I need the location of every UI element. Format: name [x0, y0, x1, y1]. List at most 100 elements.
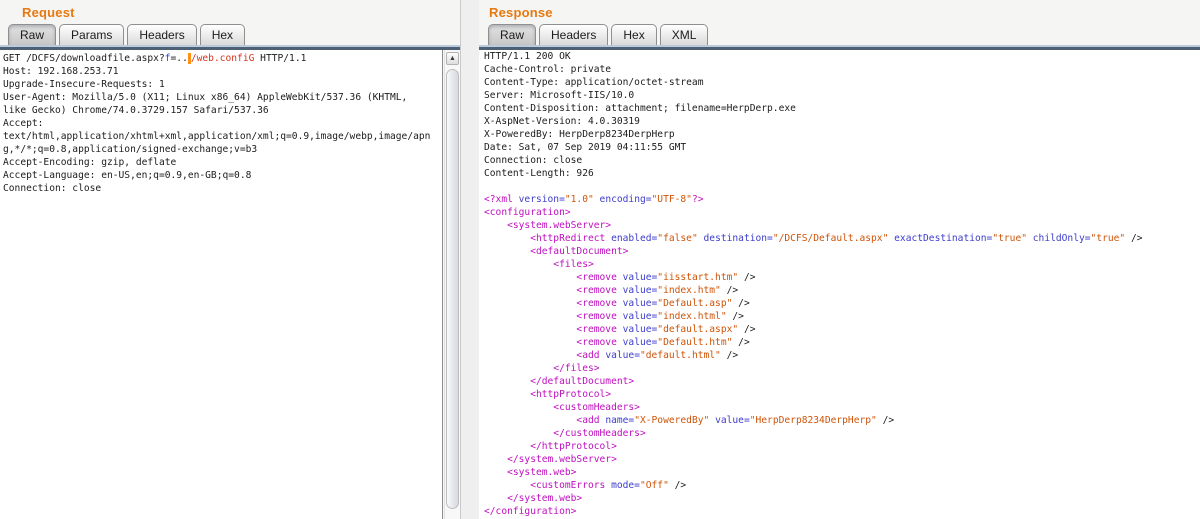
tab-raw[interactable]: Raw: [8, 24, 56, 45]
code-line: <remove value="Default.asp" />: [484, 297, 1200, 310]
request-scrollbar[interactable]: ▲: [444, 50, 460, 519]
code-segment: Connection: close: [3, 183, 101, 194]
code-segment: Host: 192.168.253.71: [3, 66, 119, 77]
code-line: <configuration>: [484, 206, 1200, 219]
response-panel: Response RawHeadersHexXML HTTP/1.1 200 O…: [479, 0, 1200, 519]
tab-xml[interactable]: XML: [660, 24, 709, 45]
code-segment: <remove: [484, 324, 617, 335]
code-line: <remove value="iisstart.htm" />: [484, 271, 1200, 284]
code-segment: value=: [623, 311, 658, 322]
code-segment: Upgrade-Insecure-Requests: 1: [3, 79, 165, 90]
code-line: Host: 192.168.253.71: [3, 65, 442, 78]
code-segment: <add: [484, 415, 600, 426]
code-line: <defaultDocument>: [484, 245, 1200, 258]
code-segment: Accept-Language: en-US,en;q=0.9,en-GB;q=…: [3, 170, 251, 181]
tab-params[interactable]: Params: [59, 24, 124, 45]
tab-hex[interactable]: Hex: [200, 24, 245, 45]
code-segment: value=: [623, 324, 658, 335]
request-panel: Request RawParamsHeadersHex GET /DCFS/do…: [0, 0, 461, 519]
code-line: Upgrade-Insecure-Requests: 1: [3, 78, 442, 91]
code-segment: version=: [519, 194, 565, 205]
request-editor[interactable]: GET /DCFS/downloadfile.aspx?f=../web.con…: [0, 50, 443, 519]
code-segment: destination=: [704, 233, 773, 244]
code-line: HTTP/1.1 200 OK: [484, 50, 1200, 63]
code-segment: =..: [171, 53, 188, 64]
code-segment: <httpRedirect: [484, 233, 605, 244]
code-line: Content-Type: application/octet-stream: [484, 76, 1200, 89]
code-segment: Date: Sat, 07 Sep 2019 04:11:55 GMT: [484, 142, 686, 153]
tab-raw[interactable]: Raw: [488, 24, 536, 45]
request-panel-title: Request: [0, 0, 460, 24]
code-segment: <files>: [484, 259, 594, 270]
code-line: Cache-Control: private: [484, 63, 1200, 76]
code-line: Date: Sat, 07 Sep 2019 04:11:55 GMT: [484, 141, 1200, 154]
code-segment: X-PoweredBy: HerpDerp8234DerpHerp: [484, 129, 675, 140]
code-segment: <?xml: [484, 194, 519, 205]
code-line: <remove value="default.aspx" />: [484, 323, 1200, 336]
code-segment: g,*/*;q=0.8,application/signed-exchange;…: [3, 144, 257, 155]
code-segment: /web.confiG: [191, 53, 255, 64]
code-segment: value=: [605, 350, 640, 361]
code-segment: Cache-Control: private: [484, 64, 611, 75]
code-segment: Content-Disposition: attachment; filenam…: [484, 103, 796, 114]
request-tabs: RawParamsHeadersHex: [0, 24, 460, 45]
code-segment: "Default.htm": [657, 337, 732, 348]
code-segment: "HerpDerp8234DerpHerp": [750, 415, 877, 426]
code-segment: />: [732, 298, 749, 309]
code-segment: />: [727, 311, 744, 322]
code-line: <?xml version="1.0" encoding="UTF-8"?>: [484, 193, 1200, 206]
code-segment: "true": [992, 233, 1027, 244]
code-segment: ?>: [692, 194, 704, 205]
code-segment: Content-Length: 926: [484, 168, 594, 179]
code-segment: </httpProtocol>: [484, 441, 617, 452]
scrollbar-thumb[interactable]: [446, 69, 459, 509]
code-segment: value=: [623, 337, 658, 348]
code-segment: "UTF-8": [652, 194, 692, 205]
code-segment: "Default.asp": [657, 298, 732, 309]
code-line: Accept-Language: en-US,en;q=0.9,en-GB;q=…: [3, 169, 442, 182]
code-line: </configuration>: [484, 505, 1200, 518]
response-panel-title: Response: [479, 0, 1200, 24]
code-line: like Gecko) Chrome/74.0.3729.157 Safari/…: [3, 104, 442, 117]
code-line: <remove value="Default.htm" />: [484, 336, 1200, 349]
code-line: <files>: [484, 258, 1200, 271]
code-line: </httpProtocol>: [484, 440, 1200, 453]
code-line: Accept-Encoding: gzip, deflate: [3, 156, 442, 169]
code-segment: "default.aspx": [657, 324, 738, 335]
code-line: <remove value="index.htm" />: [484, 284, 1200, 297]
code-segment: />: [721, 285, 738, 296]
tab-hex[interactable]: Hex: [611, 24, 656, 45]
code-line: <customErrors mode="Off" />: [484, 479, 1200, 492]
code-segment: value=: [715, 415, 750, 426]
scroll-up-button[interactable]: ▲: [446, 52, 459, 65]
code-segment: Content-Type: application/octet-stream: [484, 77, 704, 88]
scroll-up-icon: ▲: [449, 55, 456, 62]
code-segment: encoding=: [600, 194, 652, 205]
code-line: </system.webServer>: [484, 453, 1200, 466]
tab-headers[interactable]: Headers: [539, 24, 608, 45]
code-line: X-PoweredBy: HerpDerp8234DerpHerp: [484, 128, 1200, 141]
code-segment: Accept:: [3, 118, 43, 129]
code-segment: />: [1125, 233, 1142, 244]
code-segment: "Off": [640, 480, 669, 491]
code-segment: "index.htm": [657, 285, 721, 296]
response-viewer[interactable]: HTTP/1.1 200 OKCache-Control: private Con…: [479, 50, 1200, 519]
code-segment: <remove: [484, 311, 617, 322]
code-segment: <remove: [484, 272, 617, 283]
code-segment: />: [877, 415, 894, 426]
code-segment: "index.html": [657, 311, 726, 322]
code-segment: exactDestination=: [894, 233, 992, 244]
code-line: </defaultDocument>: [484, 375, 1200, 388]
code-segment: X-AspNet-Version: 4.0.30319: [484, 116, 640, 127]
code-segment: <add: [484, 350, 600, 361]
code-segment: <customHeaders>: [484, 402, 640, 413]
tab-headers[interactable]: Headers: [127, 24, 196, 45]
code-line: <system.web>: [484, 466, 1200, 479]
code-segment: value=: [623, 272, 658, 283]
code-segment: Connection: close: [484, 155, 582, 166]
code-segment: text/html,application/xhtml+xml,applicat…: [3, 131, 430, 142]
code-segment: </files>: [484, 363, 600, 374]
code-segment: "1.0": [565, 194, 594, 205]
code-line: Server: Microsoft-IIS/10.0: [484, 89, 1200, 102]
code-line: X-AspNet-Version: 4.0.30319: [484, 115, 1200, 128]
